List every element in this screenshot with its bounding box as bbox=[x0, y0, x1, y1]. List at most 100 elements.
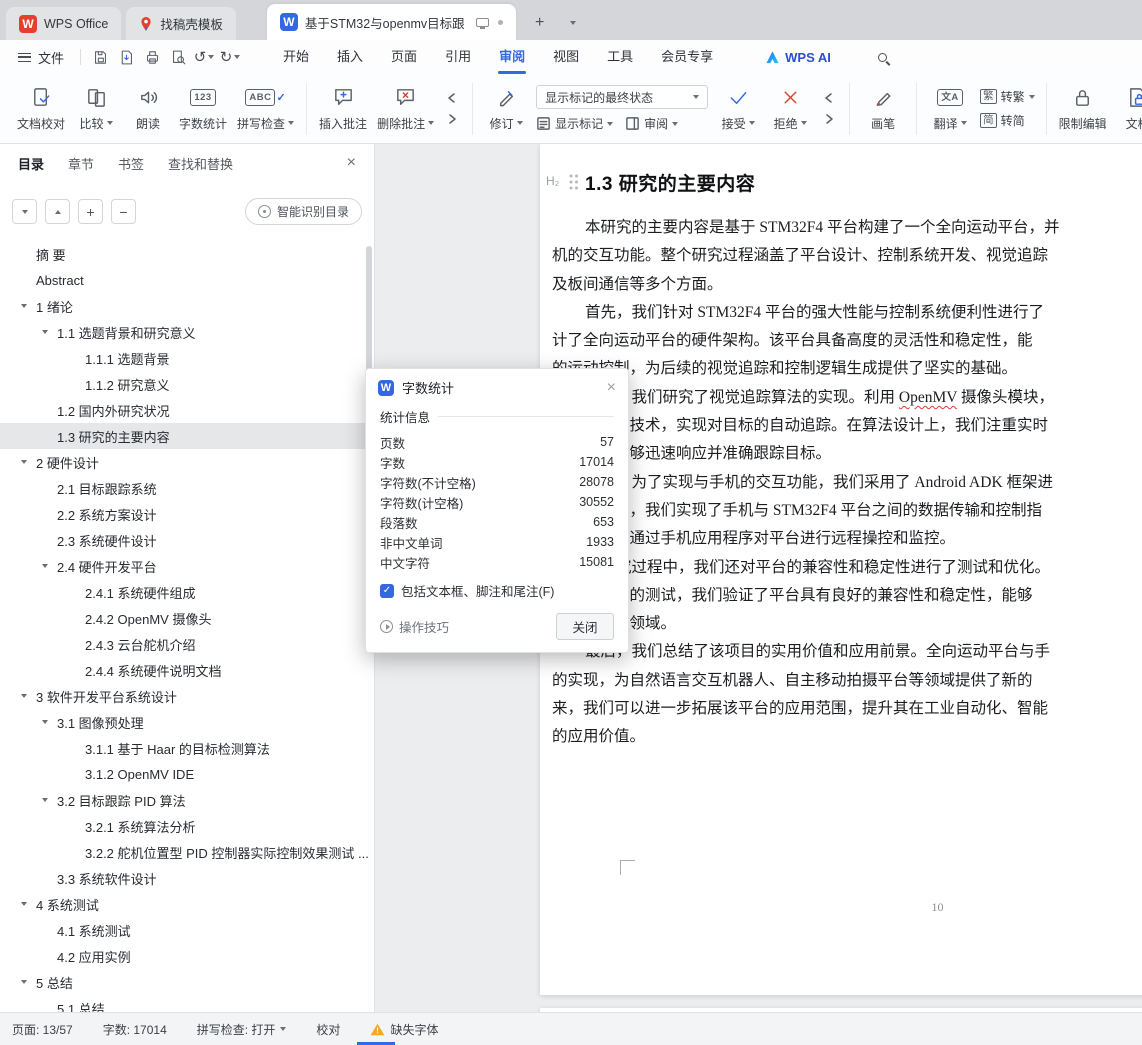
toc-item[interactable]: 2.3 系统硬件设计 bbox=[0, 527, 374, 553]
toc-item[interactable]: 3 软件开发平台系统设计 bbox=[0, 683, 374, 709]
document-text-line[interactable]: 确保平台能够迅速响应并准确跟踪目标。 bbox=[552, 440, 1142, 468]
to-traditional-button[interactable]: 繁 转繁 bbox=[980, 88, 1035, 105]
insert-comment-button[interactable]: 插入批注 bbox=[314, 79, 372, 139]
previous-comment-button[interactable] bbox=[441, 92, 463, 105]
delete-comment-button[interactable]: 删除批注 bbox=[372, 79, 439, 139]
compare-button[interactable]: 比较 bbox=[70, 79, 122, 139]
toc-item[interactable]: 3.1.2 OpenMV IDE bbox=[0, 761, 374, 787]
document-text-line[interactable]: 的实现，为自然语言交互机器人、自主移动拍摄平台等领域提供了新的 bbox=[552, 667, 1142, 695]
toc-item[interactable]: 摘 要 bbox=[0, 241, 374, 267]
reject-change-button[interactable]: 拒绝 bbox=[764, 79, 816, 139]
toc-item[interactable]: 1.1.1 选题背景 bbox=[0, 345, 374, 371]
document-text-line[interactable]: 及板间通信等多个方面。 bbox=[552, 271, 1142, 299]
file-menu-button[interactable]: 文件 bbox=[8, 40, 74, 74]
toc-item[interactable]: 4.1 系统测试 bbox=[0, 917, 374, 943]
toc-level-minus-button[interactable]: − bbox=[111, 199, 136, 224]
document-text-line[interactable]: 其次，我们研究了视觉追踪算法的实现。利用 OpenMV 摄像头模块， bbox=[552, 384, 1142, 412]
template-tab[interactable]: 找稿壳模板 bbox=[126, 7, 236, 40]
toc-item[interactable]: 1 绪论 bbox=[0, 293, 374, 319]
read-aloud-button[interactable]: 朗读 bbox=[122, 79, 174, 139]
toc-caret-icon[interactable] bbox=[42, 330, 48, 334]
toc-caret-icon[interactable] bbox=[21, 980, 27, 984]
document-text-line[interactable]: 的应用价值。 bbox=[552, 723, 1142, 751]
toc-item[interactable]: 2.2 系统方案设计 bbox=[0, 501, 374, 527]
toc-item[interactable]: 3.2 目标跟踪 PID 算法 bbox=[0, 787, 374, 813]
document-text-line[interactable]: 得用户可以通过手机应用程序对平台进行远程操控和监控。 bbox=[552, 525, 1142, 553]
toc-item[interactable]: 4 系统测试 bbox=[0, 891, 374, 917]
proofread-button[interactable]: 校对 bbox=[316, 1021, 340, 1038]
search-button[interactable] bbox=[871, 45, 895, 69]
toc-caret-icon[interactable] bbox=[21, 694, 27, 698]
toc-expand-all-button[interactable] bbox=[45, 199, 70, 224]
track-changes-button[interactable]: 修订 bbox=[480, 79, 532, 139]
translate-button[interactable]: 文A 翻译 bbox=[924, 79, 976, 139]
document-text-line[interactable]: 机的交互功能。整个研究过程涵盖了平台设计、控制系统开发、视觉追踪 bbox=[552, 242, 1142, 270]
save-button[interactable] bbox=[87, 45, 113, 69]
menu-tab[interactable]: 视图 bbox=[539, 40, 593, 74]
page-indicator[interactable]: 页面: 13/57 bbox=[12, 1021, 73, 1038]
sidebar-tab-chapter[interactable]: 章节 bbox=[68, 154, 94, 173]
document-text-line[interactable]: 和模式识别技术，实现对目标的自动追踪。在算法设计上，我们注重实时 bbox=[552, 412, 1142, 440]
ink-pen-button[interactable]: 画笔 bbox=[857, 79, 909, 139]
document-text-line[interactable]: 此外，为了实现与手机的交互功能，我们采用了 Android ADK 框架进 bbox=[552, 469, 1142, 497]
to-simplified-button[interactable]: 简 转简 bbox=[980, 112, 1035, 129]
toc-item[interactable]: 2.4.1 系统硬件组成 bbox=[0, 579, 374, 605]
document-text-line[interactable]: 首先，我们针对 STM32F4 平台的强大性能与控制系统便利性进行了 bbox=[552, 299, 1142, 327]
toc-item[interactable]: 4.2 应用实例 bbox=[0, 943, 374, 969]
toc-item[interactable]: 1.1 选题背景和研究意义 bbox=[0, 319, 374, 345]
markup-state-select[interactable]: 显示标记的最终状态 bbox=[536, 85, 709, 109]
tab-list-button[interactable] bbox=[560, 10, 586, 36]
app-home-tab[interactable]: W WPS Office bbox=[6, 7, 122, 40]
document-text-line[interactable]: 最后，我们总结了该项目的实用价值和应用前景。全向运动平台与手 bbox=[552, 638, 1142, 666]
toc-item[interactable]: 3.2.2 舵机位置型 PID 控制器实际控制效果测试 ... bbox=[0, 839, 374, 865]
menu-tab[interactable]: 审阅 bbox=[485, 40, 539, 74]
toc-item[interactable]: 5 总结 bbox=[0, 969, 374, 995]
toc-item[interactable]: 1.2 国内外研究状况 bbox=[0, 397, 374, 423]
dialog-titlebar[interactable]: W 字数统计 × bbox=[366, 369, 628, 402]
menu-tab[interactable]: 页面 bbox=[377, 40, 431, 74]
toc-item[interactable]: 3.1 图像预处理 bbox=[0, 709, 374, 735]
undo-button[interactable]: ↺ bbox=[191, 45, 217, 69]
spell-check-button[interactable]: ABC ✓ 拼写检查 bbox=[232, 79, 299, 139]
document-text-line[interactable]: 通过该框架，我们实现了手机与 STM32F4 平台之间的数据传输和控制指 bbox=[552, 497, 1142, 525]
checkbox-checked-icon[interactable]: ✓ bbox=[380, 583, 394, 598]
redo-button[interactable]: ↻ bbox=[217, 45, 243, 69]
toc-collapse-all-button[interactable] bbox=[12, 199, 37, 224]
dialog-close-button[interactable]: × bbox=[607, 379, 616, 396]
spellcheck-toggle[interactable]: 拼写检查: 打开 bbox=[197, 1021, 287, 1038]
close-button[interactable]: 关闭 bbox=[556, 613, 614, 640]
document-permission-button[interactable]: 文档 bbox=[1112, 79, 1142, 139]
toc-item[interactable]: 2.1 目标跟踪系统 bbox=[0, 475, 374, 501]
document-text-line[interactable]: 工业和民用领域。 bbox=[552, 610, 1142, 638]
toc-caret-icon[interactable] bbox=[42, 564, 48, 568]
previous-change-button[interactable] bbox=[818, 92, 840, 105]
toc-item[interactable]: 2.4.4 系统硬件说明文档 bbox=[0, 657, 374, 683]
sidebar-tab-find-replace[interactable]: 查找和替换 bbox=[168, 154, 233, 173]
toc-level-plus-button[interactable]: + bbox=[78, 199, 103, 224]
document-text-line[interactable]: 计了全向运动平台的硬件架构。该平台具备高度的灵活性和稳定性，能 bbox=[552, 327, 1142, 355]
tips-link[interactable]: 操作技巧 bbox=[380, 617, 449, 636]
review-pane-button[interactable]: 审阅 bbox=[625, 115, 679, 132]
sidebar-tab-bookmark[interactable]: 书签 bbox=[118, 154, 144, 173]
export-pdf-button[interactable] bbox=[113, 45, 139, 69]
document-text-line[interactable]: 在研究过程中，我们还对平台的兼容性和稳定性进行了测试和优化。 bbox=[552, 554, 1142, 582]
document-text-line[interactable]: 本研究的主要内容是基于 STM32F4 平台构建了一个全向运动平台，并 bbox=[552, 214, 1142, 242]
toc-item[interactable]: 3.3 系统软件设计 bbox=[0, 865, 374, 891]
word-count-button[interactable]: 123 字数统计 bbox=[174, 79, 232, 139]
show-markup-button[interactable]: 显示标记 bbox=[536, 115, 614, 132]
document-heading[interactable]: 1.3 研究的主要内容 bbox=[585, 169, 755, 196]
restrict-editing-button[interactable]: 限制编辑 bbox=[1054, 79, 1112, 139]
new-tab-button[interactable]: + bbox=[527, 10, 553, 36]
wps-ai-button[interactable]: WPS AI bbox=[765, 50, 831, 65]
print-button[interactable] bbox=[139, 45, 165, 69]
toc-item[interactable]: Abstract bbox=[0, 267, 374, 293]
document-body[interactable]: 本研究的主要内容是基于 STM32F4 平台构建了一个全向运动平台，并 机的交互功… bbox=[552, 214, 1142, 752]
toc-item[interactable]: 3.1.1 基于 Haar 的目标检测算法 bbox=[0, 735, 374, 761]
missing-font-warning[interactable]: ! 缺失字体 bbox=[370, 1021, 438, 1038]
sidebar-close-button[interactable]: × bbox=[347, 155, 356, 171]
document-text-line[interactable]: 应用场景中的测试，我们验证了平台具有良好的兼容性和稳定性，能够 bbox=[552, 582, 1142, 610]
toc-item[interactable]: 2.4 硬件开发平台 bbox=[0, 553, 374, 579]
toc-item[interactable]: 2 硬件设计 bbox=[0, 449, 374, 475]
menu-tab[interactable]: 工具 bbox=[593, 40, 647, 74]
word-count-indicator[interactable]: 字数: 17014 bbox=[103, 1021, 167, 1038]
